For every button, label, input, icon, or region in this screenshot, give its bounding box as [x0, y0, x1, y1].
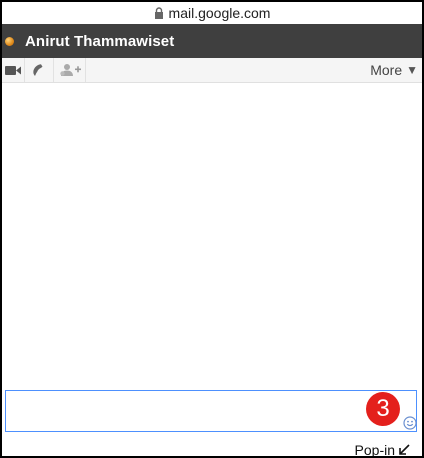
- url-text: mail.google.com: [168, 5, 271, 21]
- unread-count-badge: 3: [366, 392, 400, 426]
- message-input[interactable]: [5, 390, 417, 432]
- triangle-down-icon: ▼: [406, 63, 418, 77]
- more-menu-button[interactable]: More ▼: [370, 62, 418, 78]
- chat-toolbar: More ▼: [2, 58, 422, 83]
- voice-call-button[interactable]: [25, 58, 54, 82]
- chat-title-bar[interactable]: Anirut Thammawiset: [2, 24, 422, 58]
- more-label: More: [370, 62, 403, 78]
- video-call-button[interactable]: [2, 58, 25, 82]
- chat-window-frame: mail.google.com Anirut Thammawiset More …: [0, 0, 424, 458]
- add-person-icon: [59, 64, 81, 76]
- contact-name: Anirut Thammawiset: [25, 32, 175, 50]
- presence-status-icon: [5, 36, 14, 46]
- pop-in-button[interactable]: Pop-in: [354, 442, 410, 458]
- smiley-icon[interactable]: [403, 416, 417, 430]
- pop-in-label: Pop-in: [354, 442, 395, 458]
- add-people-button[interactable]: [54, 58, 86, 82]
- chat-message-area[interactable]: [2, 83, 422, 388]
- lock-icon: [154, 7, 163, 19]
- arrow-down-left-icon: [399, 444, 410, 455]
- phone-icon: [33, 64, 43, 76]
- address-bar[interactable]: mail.google.com: [2, 2, 422, 24]
- video-camera-icon: [5, 65, 21, 75]
